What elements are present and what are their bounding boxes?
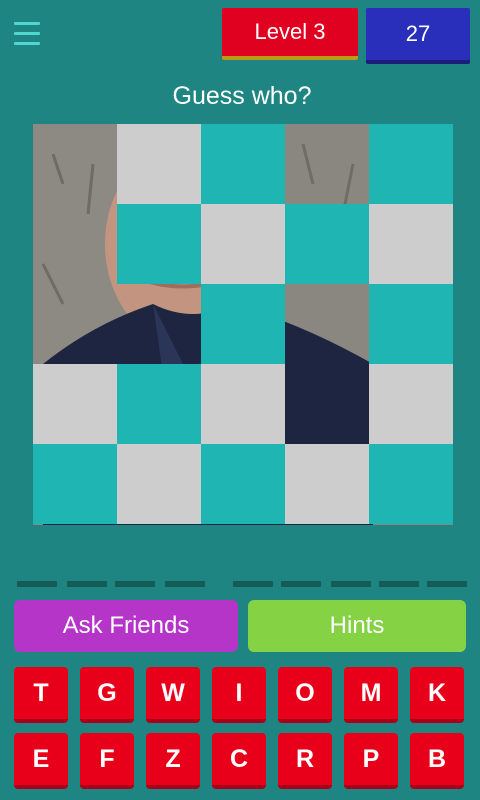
- puzzle-tile: [369, 284, 453, 364]
- image-puzzle-grid: [33, 124, 453, 525]
- puzzle-tile: [285, 124, 369, 204]
- puzzle-tile: [369, 204, 453, 284]
- answer-slot[interactable]: [233, 581, 273, 587]
- question-prompt: Guess who?: [172, 82, 312, 110]
- letter-key[interactable]: Z: [146, 733, 200, 789]
- puzzle-tile: [33, 364, 117, 444]
- puzzle-tile: [117, 124, 201, 204]
- puzzle-tile: [369, 124, 453, 204]
- level-badge: Level 3: [222, 8, 358, 60]
- puzzle-tile: [369, 444, 453, 524]
- letter-key[interactable]: T: [14, 667, 68, 723]
- puzzle-tile: [285, 444, 369, 524]
- coins-counter: 27: [366, 8, 470, 64]
- hamburger-menu-icon[interactable]: [14, 22, 40, 46]
- letter-key[interactable]: O: [278, 667, 332, 723]
- puzzle-tile: [117, 284, 201, 364]
- puzzle-tile: [201, 364, 285, 444]
- letter-key[interactable]: B: [410, 733, 464, 789]
- puzzle-tile: [201, 444, 285, 524]
- answer-slot[interactable]: [427, 581, 467, 587]
- letter-key[interactable]: C: [212, 733, 266, 789]
- answer-slot[interactable]: [281, 581, 321, 587]
- letter-key[interactable]: P: [344, 733, 398, 789]
- letter-key[interactable]: G: [80, 667, 134, 723]
- answer-slots: [17, 581, 467, 587]
- puzzle-tile: [285, 284, 369, 364]
- puzzle-tile: [201, 284, 285, 364]
- puzzle-tile: [285, 364, 369, 444]
- letter-key[interactable]: F: [80, 733, 134, 789]
- answer-slot[interactable]: [17, 581, 57, 587]
- letter-key[interactable]: R: [278, 733, 332, 789]
- puzzle-tile: [201, 124, 285, 204]
- puzzle-tile: [33, 124, 117, 204]
- puzzle-tile: [33, 284, 117, 364]
- ask-friends-button[interactable]: Ask Friends: [14, 600, 238, 652]
- letter-key[interactable]: W: [146, 667, 200, 723]
- puzzle-tile: [117, 444, 201, 524]
- letter-key[interactable]: K: [410, 667, 464, 723]
- answer-slot[interactable]: [331, 581, 371, 587]
- letter-key[interactable]: I: [212, 667, 266, 723]
- letter-key[interactable]: E: [14, 733, 68, 789]
- puzzle-tile: [285, 204, 369, 284]
- puzzle-tile: [33, 444, 117, 524]
- hints-button[interactable]: Hints: [248, 600, 466, 652]
- puzzle-tile: [117, 364, 201, 444]
- puzzle-tile: [33, 204, 117, 284]
- answer-slot[interactable]: [67, 581, 107, 587]
- puzzle-tile: [201, 204, 285, 284]
- letter-key[interactable]: M: [344, 667, 398, 723]
- puzzle-tile: [117, 204, 201, 284]
- answer-slot[interactable]: [115, 581, 155, 587]
- puzzle-tile: [369, 364, 453, 444]
- answer-slot[interactable]: [165, 581, 205, 587]
- answer-slot[interactable]: [379, 581, 419, 587]
